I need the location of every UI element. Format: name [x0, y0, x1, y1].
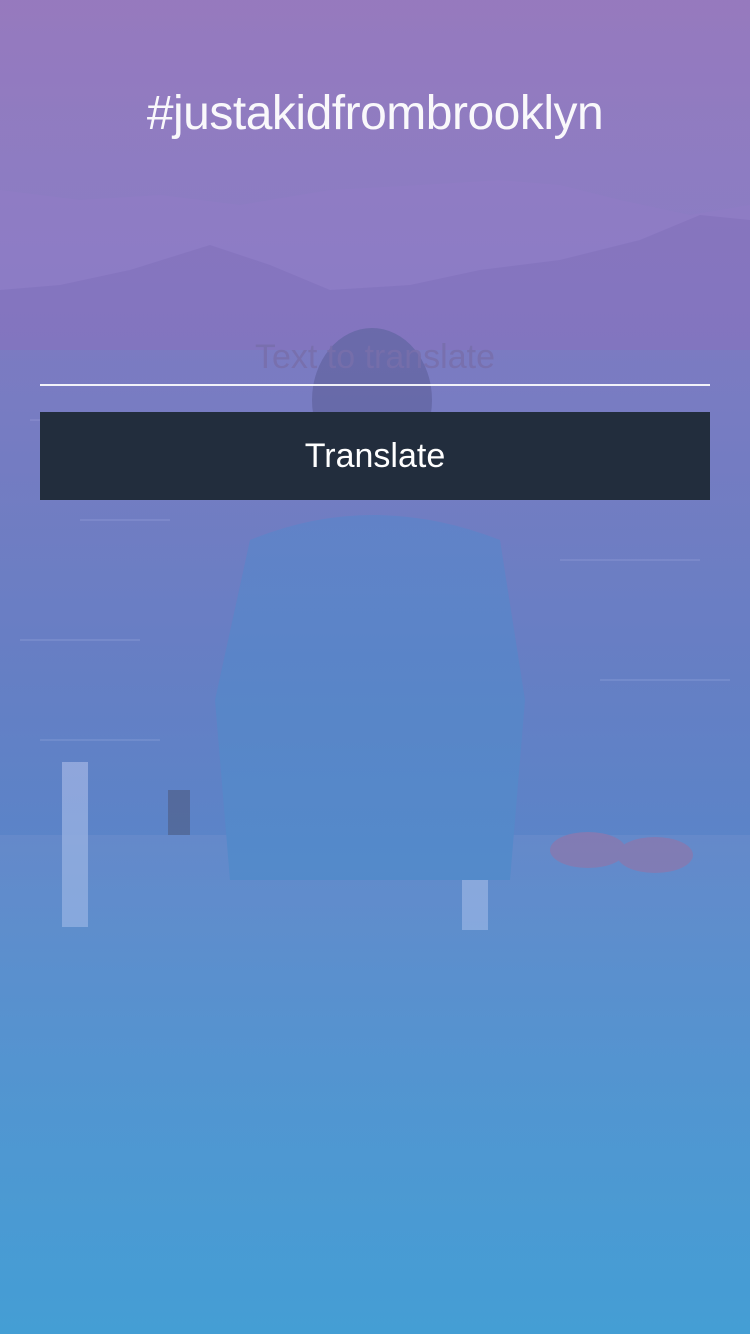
gradient-overlay: [0, 0, 750, 1334]
page-title: #justakidfrombrooklyn: [146, 87, 604, 140]
translate-text-input[interactable]: [40, 330, 710, 386]
app-screen: #justakidfrombrooklyn Translate: [0, 0, 750, 1334]
translate-button[interactable]: Translate: [40, 412, 710, 500]
